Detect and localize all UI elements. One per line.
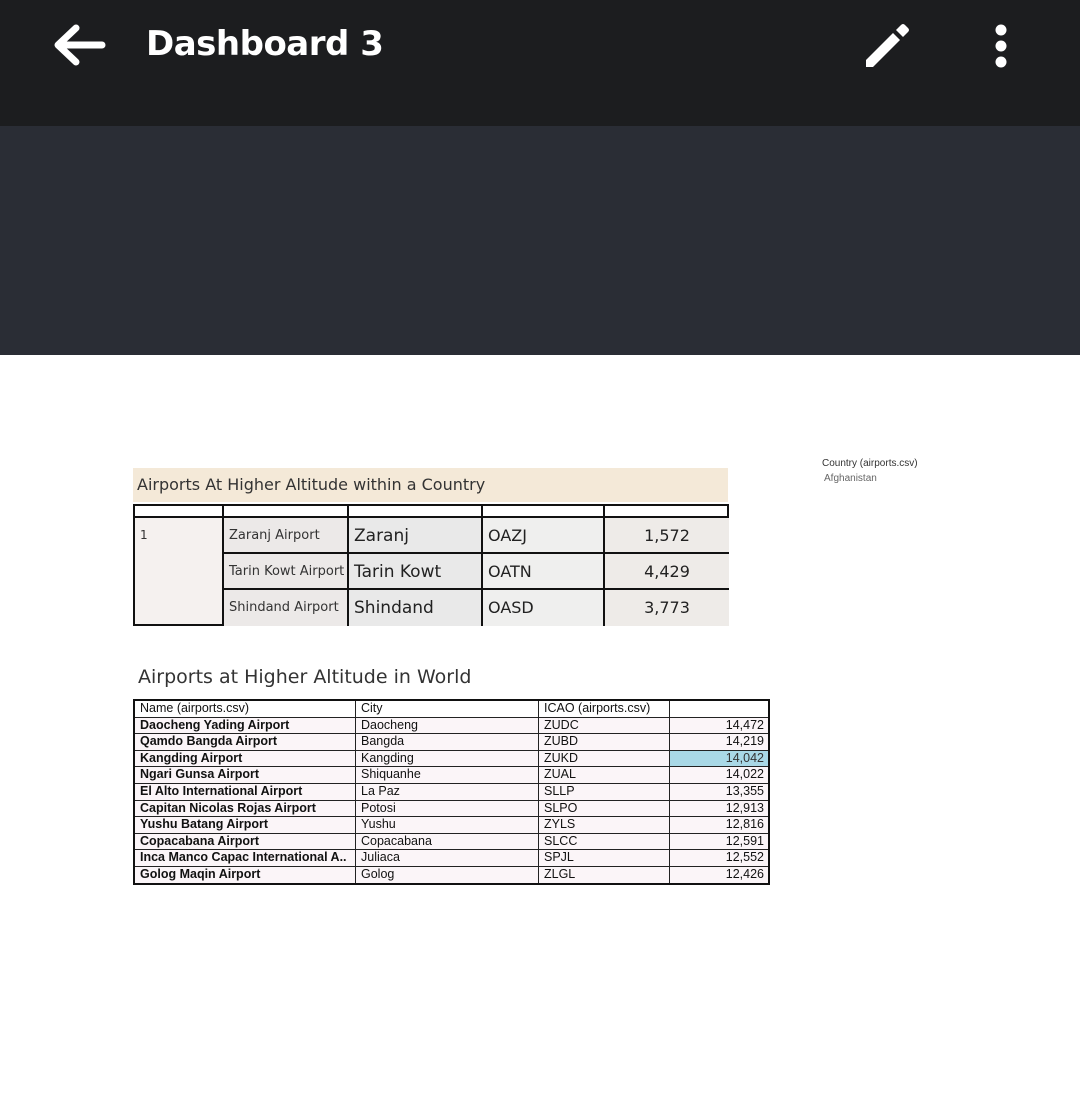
icao-code: ZLGL [539,866,670,883]
airport-name: Shindand Airport [224,590,349,626]
icao-code: ZUBD [539,734,670,750]
altitude: 14,472 [725,717,764,732]
icao-code: SLPO [539,800,670,817]
city: Tarin Kowt [349,554,483,590]
more-vert-icon [995,24,1007,68]
more-options-button[interactable] [982,16,1022,74]
table-row-highlighted[interactable]: Kangding Airport Kangding ZUKD 14,042 [135,750,768,768]
airport-name: Golog Maqin Airport [135,866,356,883]
airport-name: El Alto International Airport [135,783,356,800]
airport-name: Ngari Gunsa Airport [135,767,356,783]
airport-name: Tarin Kowt Airport [224,554,349,590]
table-row[interactable]: Yushu Batang Airport Yushu ZYLS 12,816 [135,817,768,834]
country-table-body: 1 Zaranj Airport Zaranj OAZJ 1,572 Tarin… [133,518,729,626]
city: Golog [356,866,539,883]
city: Yushu [356,817,539,833]
header-city[interactable]: City [356,701,539,717]
header-altitude[interactable] [670,701,768,717]
city: Potosi [356,800,539,817]
filter-value[interactable]: Afghanistan [824,473,877,484]
filter-label: Country (airports.csv) [822,458,918,469]
city: Shindand [349,590,483,626]
table-row[interactable]: El Alto International Airport La Paz SLL… [135,783,768,801]
header-cell-name [222,504,349,518]
pencil-icon [866,24,909,67]
altitude: 12,426 [725,866,764,881]
icao-code: ZYLS [539,817,670,833]
header-cell-city [347,504,483,518]
header-icao[interactable]: ICAO (airports.csv) [539,701,670,717]
country-table-header [133,504,729,518]
altitude: 12,816 [725,817,764,832]
airport-name: Copacabana Airport [135,833,356,850]
table-row[interactable]: Capitan Nicolas Rojas Airport Potosi SLP… [135,800,768,818]
airport-name: Capitan Nicolas Rojas Airport [135,800,356,817]
icao-code: ZUAL [539,767,670,783]
city: La Paz [356,783,539,800]
city: Kangding [356,750,539,767]
edit-button[interactable] [858,14,918,74]
altitude: 12,591 [725,833,764,848]
back-button[interactable] [44,14,112,76]
city: Bangda [356,734,539,750]
world-table-title: Airports at Higher Altitude in World [138,666,472,688]
airport-name: Inca Manco Capac International A.. [135,850,356,866]
country-table: 1 Zaranj Airport Zaranj OAZJ 1,572 Tarin… [133,504,729,626]
table-row[interactable]: Tarin Kowt Airport Tarin Kowt OATN 4,429 [224,554,729,590]
city: Copacabana [356,833,539,850]
icao-code: OATN [483,554,605,590]
altitude: 12,913 [725,800,764,815]
table-row[interactable]: Golog Maqin Airport Golog ZLGL 12,426 [135,866,768,883]
altitude: 1,572 [605,518,729,554]
airport-name: Zaranj Airport [224,518,349,554]
altitude: 3,773 [605,590,729,626]
city: Daocheng [356,717,539,734]
dashboard-banner [0,126,1080,355]
header-cell-altitude [603,504,729,518]
altitude: 14,042 [670,750,768,767]
icao-code: OASD [483,590,605,626]
altitude: 4,429 [605,554,729,590]
altitude: 14,219 [725,734,764,749]
rank-cell: 1 [135,518,224,624]
altitude: 12,552 [725,850,764,865]
header-cell-icao [481,504,605,518]
country-table-title: Airports At Higher Altitude within a Cou… [133,468,728,502]
icao-code: SLLP [539,783,670,800]
airport-name: Qamdo Bangda Airport [135,734,356,750]
city: Zaranj [349,518,483,554]
airport-name: Daocheng Yading Airport [135,717,356,734]
icao-code: ZUDC [539,717,670,734]
table-row[interactable]: Copacabana Airport Copacabana SLCC 12,59… [135,833,768,851]
airport-name: Kangding Airport [135,750,356,767]
world-table: Name (airports.csv) City ICAO (airports.… [133,699,770,885]
table-row[interactable]: Daocheng Yading Airport Daocheng ZUDC 14… [135,717,768,735]
icao-code: OAZJ [483,518,605,554]
table-row[interactable]: Inca Manco Capac International A.. Julia… [135,850,768,867]
header-cell-rank [133,504,224,518]
table-header-row: Name (airports.csv) City ICAO (airports.… [135,701,768,718]
icao-code: ZUKD [539,750,670,767]
table-row[interactable]: Qamdo Bangda Airport Bangda ZUBD 14,219 [135,734,768,751]
page-title: Dashboard 3 [146,24,384,64]
airport-name: Yushu Batang Airport [135,817,356,833]
icao-code: SPJL [539,850,670,866]
header-name[interactable]: Name (airports.csv) [135,701,356,717]
table-row[interactable]: Ngari Gunsa Airport Shiquanhe ZUAL 14,02… [135,767,768,784]
table-row[interactable]: Zaranj Airport Zaranj OAZJ 1,572 [224,518,729,554]
arrow-left-icon [54,24,106,66]
altitude: 14,022 [725,767,764,782]
table-row[interactable]: Shindand Airport Shindand OASD 3,773 [224,590,729,626]
city: Shiquanhe [356,767,539,783]
app-bar: Dashboard 3 [0,0,1080,126]
altitude: 13,355 [725,783,764,798]
city: Juliaca [356,850,539,866]
icao-code: SLCC [539,833,670,850]
